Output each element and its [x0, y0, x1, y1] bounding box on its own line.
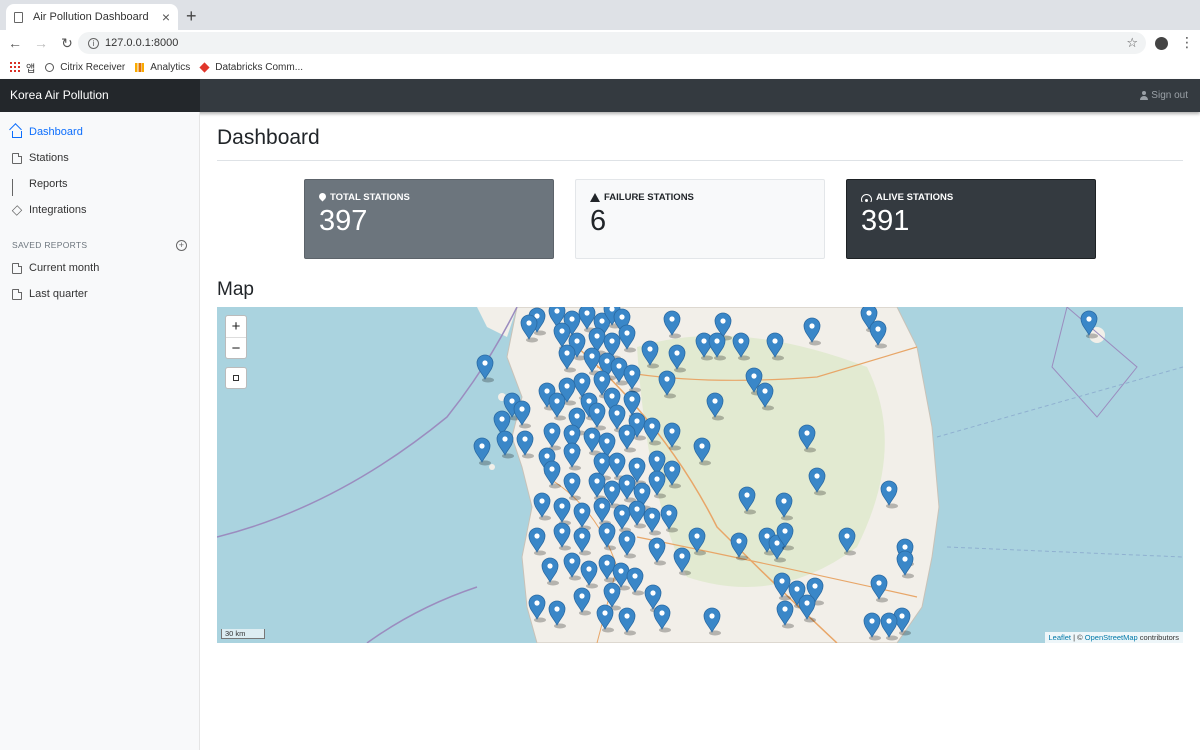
sidebar-item-integrations[interactable]: Integrations [0, 197, 199, 223]
sidebar-item-reports[interactable]: Reports [0, 171, 199, 197]
boundary-line [217, 307, 518, 538]
bookmark-apps[interactable]: 앱 [10, 60, 35, 75]
browser-tab[interactable]: Air Pollution Dashboard × [6, 4, 178, 30]
sidebar: Dashboard Stations Reports Integrations … [0, 112, 200, 750]
map-heading: Map [217, 279, 254, 300]
reload-icon[interactable]: ↻ [56, 35, 78, 52]
signout-link[interactable]: Sign out [1140, 79, 1188, 112]
file-icon [12, 152, 22, 164]
new-tab-button[interactable]: + [186, 6, 197, 27]
alive-stations-card: ALIVE STATIONS 391 [846, 179, 1096, 259]
leaflet-link[interactable]: Leaflet [1049, 633, 1072, 642]
bookmark-citrix[interactable]: Citrix Receiver [45, 62, 125, 73]
zoom-out-button[interactable]: − [226, 337, 246, 358]
file-text-icon [12, 288, 22, 300]
map-tiles [217, 307, 1183, 643]
map-attribution: Leaflet | © OpenStreetMap contributors [1044, 632, 1183, 643]
station-marker-icon[interactable] [496, 430, 514, 459]
account-icon[interactable] [1155, 37, 1168, 50]
close-tab-icon[interactable]: × [162, 9, 170, 25]
browser-toolbar: ← → ↻ i 127.0.0.1:8000 ☆ [0, 30, 1200, 56]
browser-tabstrip: Air Pollution Dashboard × + [0, 0, 1200, 30]
boundary-line [366, 586, 478, 643]
station-map[interactable]: + − 30 km Leaflet | © OpenStreetMap cont… [217, 307, 1183, 643]
total-stations-card: TOTAL STATIONS 397 [304, 179, 554, 259]
zoom-control: + − [225, 315, 247, 359]
home-icon [12, 130, 22, 138]
fullscreen-button[interactable] [225, 367, 247, 389]
apps-grid-icon [10, 62, 20, 72]
sidebar-item-stations[interactable]: Stations [0, 145, 199, 171]
station-marker-icon[interactable] [473, 437, 491, 466]
info-icon[interactable]: i [88, 37, 99, 49]
warning-icon [590, 193, 600, 202]
app-navbar: Korea Air Pollution Sign out [0, 79, 1200, 112]
stat-cards: TOTAL STATIONS 397 FAILURE STATIONS 6 AL… [217, 161, 1183, 261]
signout-label: Sign out [1151, 90, 1188, 101]
file-text-icon [12, 262, 22, 274]
wifi-icon [861, 193, 872, 202]
address-bar[interactable]: i 127.0.0.1:8000 ☆ [78, 32, 1146, 54]
main-content: Dashboard TOTAL STATIONS 397 FAILURE STA… [217, 112, 1183, 643]
map-marker-icon [319, 193, 326, 202]
databricks-icon [199, 61, 210, 73]
island [489, 464, 495, 470]
tab-title: Air Pollution Dashboard [33, 11, 149, 23]
osm-link[interactable]: OpenStreetMap [1085, 633, 1138, 642]
plus-circle-icon[interactable]: + [176, 239, 187, 251]
back-icon[interactable]: ← [4, 35, 26, 51]
url-text: 127.0.0.1:8000 [105, 37, 179, 49]
station-marker-icon[interactable] [1080, 310, 1098, 339]
menu-kebab-icon[interactable]: ⋮ [1180, 34, 1194, 51]
land-northwest [477, 307, 517, 337]
sidebar-item-dashboard[interactable]: Dashboard [0, 119, 199, 145]
boundary-line [946, 546, 1183, 558]
boundary-line [936, 366, 1183, 438]
fullscreen-icon [233, 375, 239, 381]
bookmarks-bar: 앱 Citrix Receiver Analytics Databricks C… [0, 56, 1200, 78]
saved-reports-heading: SAVED REPORTS + [0, 235, 199, 255]
bookmark-databricks[interactable]: Databricks Comm... [199, 61, 303, 73]
saved-report-last-quarter[interactable]: Last quarter [0, 281, 199, 307]
bookmark-analytics[interactable]: Analytics [135, 62, 190, 73]
failure-stations-value: 6 [590, 205, 607, 237]
bookmark-star-icon[interactable]: ☆ [1126, 35, 1138, 51]
station-marker-icon[interactable] [476, 354, 494, 383]
bar-chart-icon [12, 178, 22, 196]
failure-stations-card: FAILURE STATIONS 6 [575, 179, 825, 259]
brand-link[interactable]: Korea Air Pollution [0, 79, 200, 112]
zoom-in-button[interactable]: + [226, 316, 246, 337]
analytics-icon [135, 62, 145, 72]
map-scale: 30 km [221, 629, 265, 639]
total-stations-value: 397 [319, 205, 368, 237]
alive-stations-value: 391 [861, 205, 910, 237]
layers-icon [11, 204, 23, 216]
user-icon [1140, 91, 1149, 100]
page-icon [14, 11, 23, 23]
forward-icon[interactable]: → [30, 35, 52, 51]
saved-report-current-month[interactable]: Current month [0, 255, 199, 281]
citrix-icon [45, 62, 55, 72]
page-title: Dashboard [217, 126, 1183, 161]
